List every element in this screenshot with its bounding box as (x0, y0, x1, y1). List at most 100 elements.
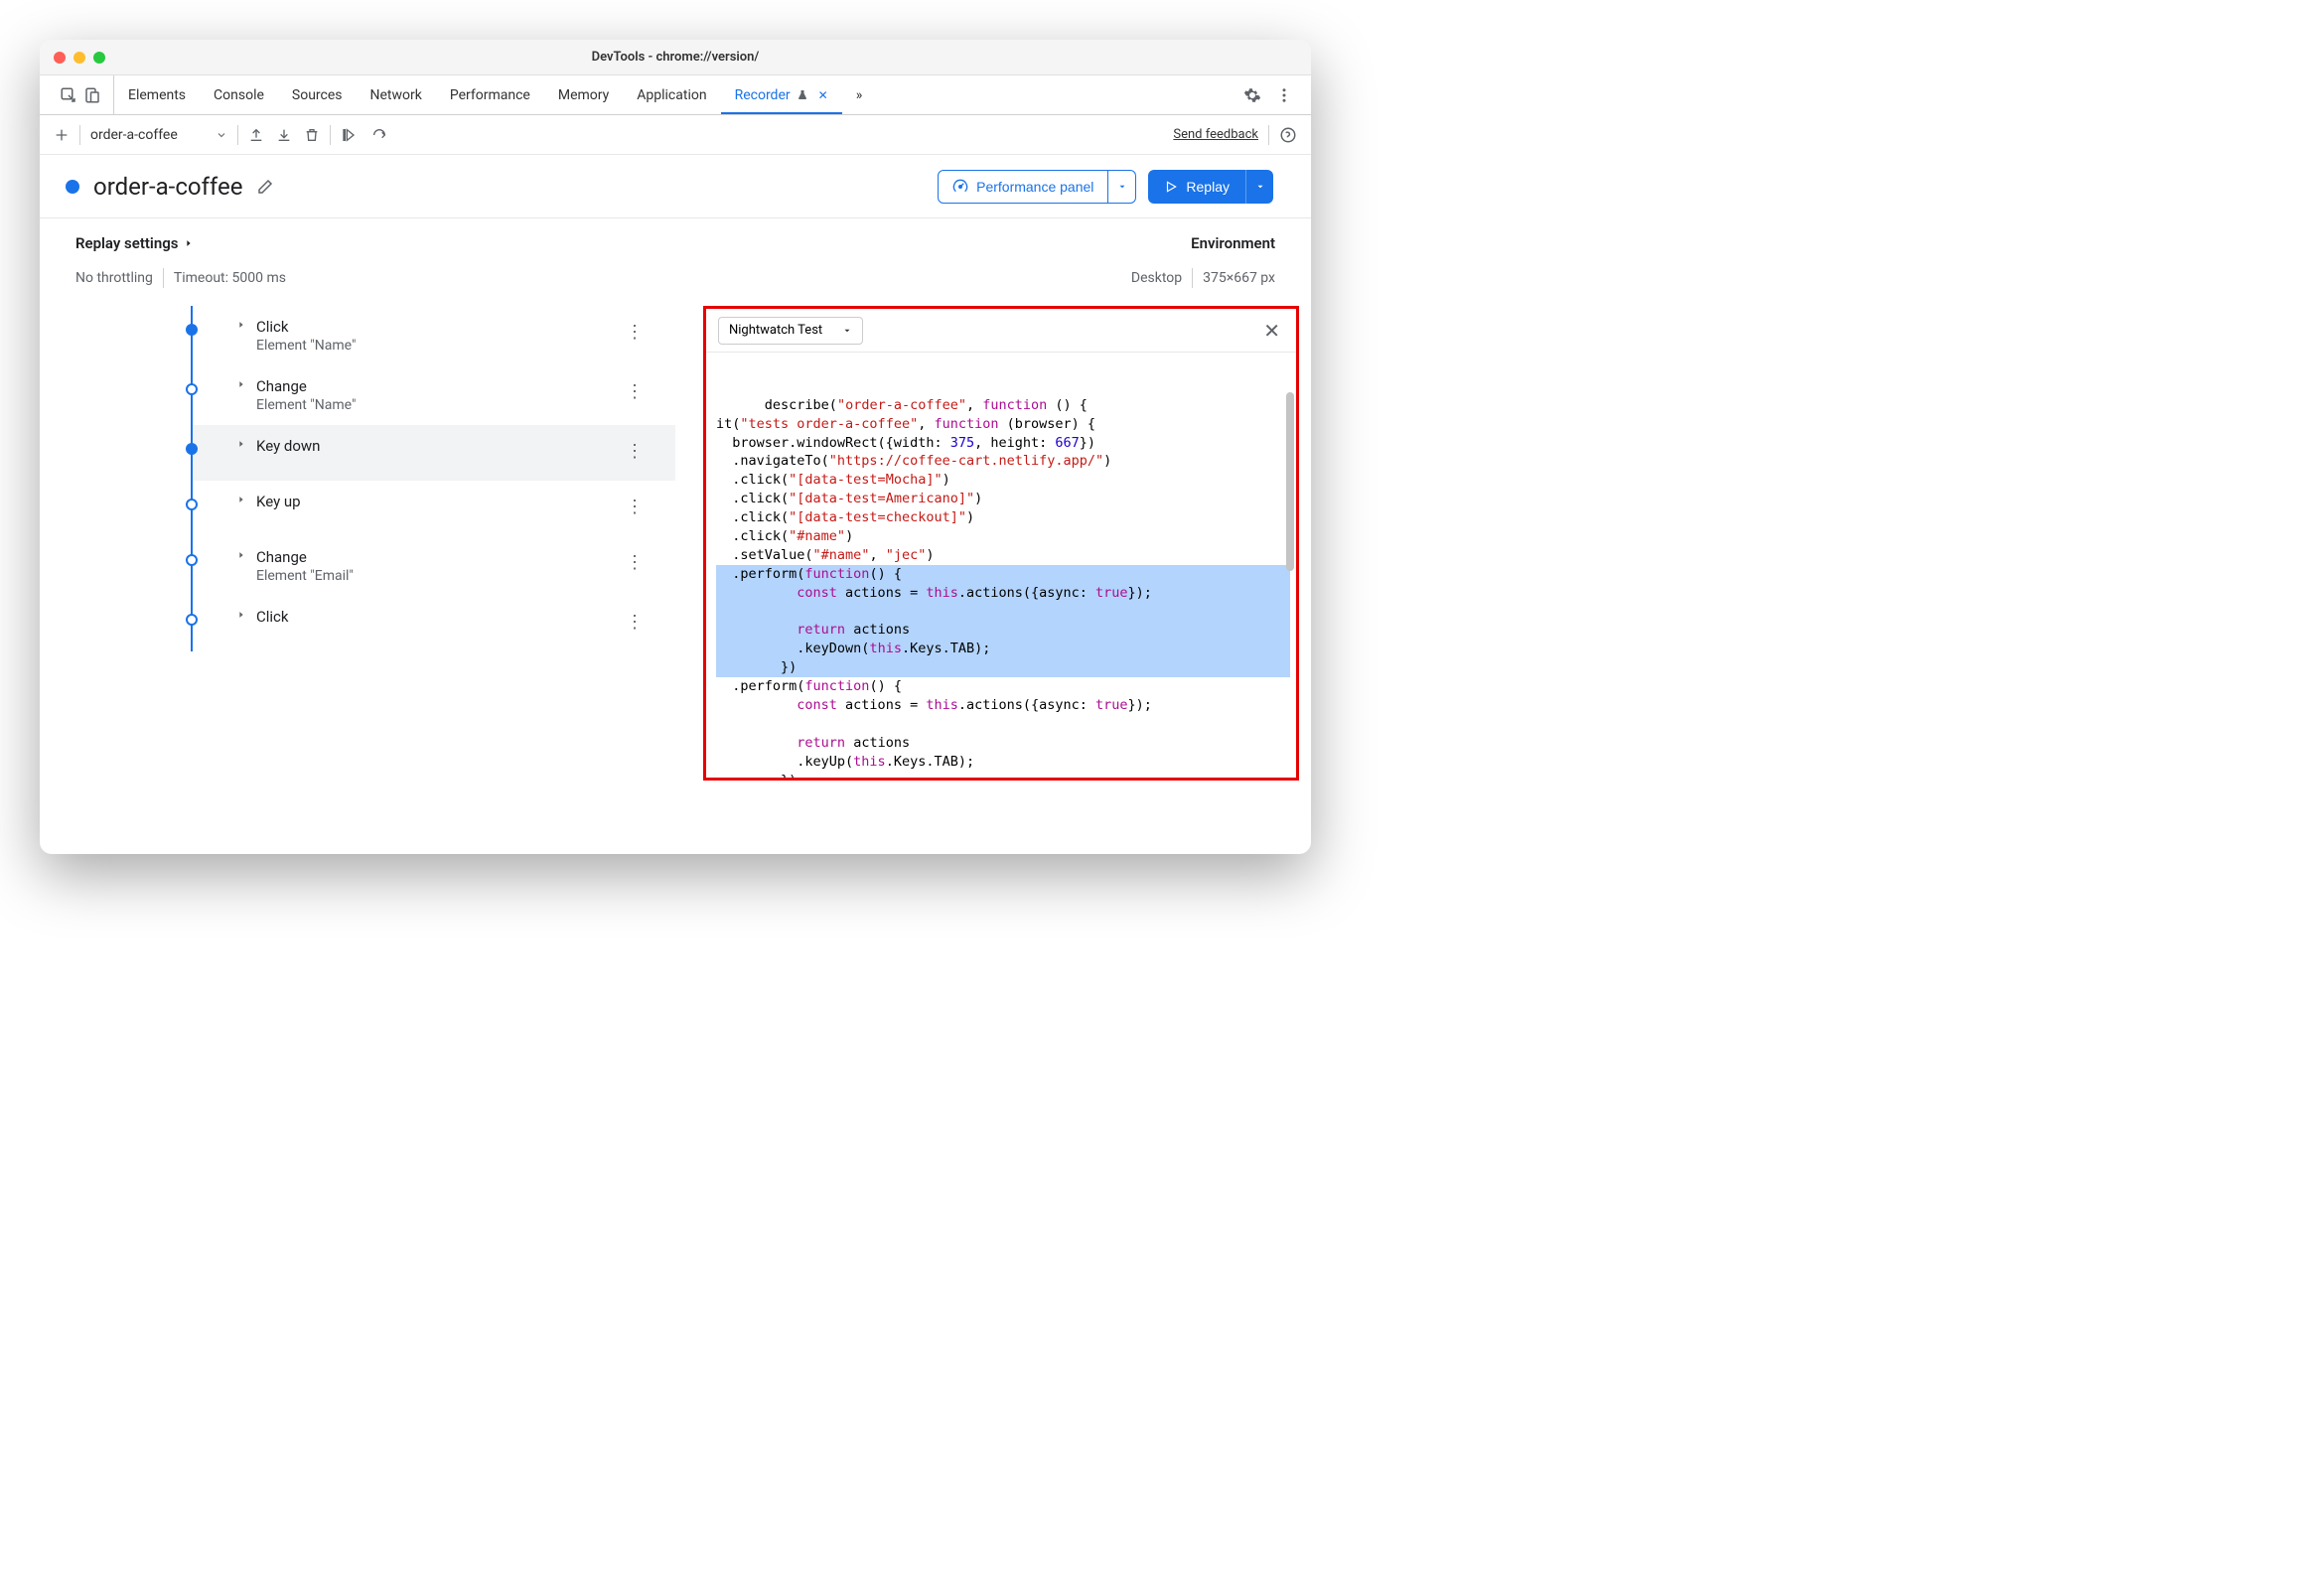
add-recording-icon[interactable] (54, 127, 70, 143)
step-body: Key down (256, 437, 606, 455)
environment-value: Desktop (1131, 270, 1182, 286)
tab-sources[interactable]: Sources (278, 75, 357, 114)
replay-settings-label: Replay settings (75, 234, 178, 252)
code-line: .click("[data-test=checkout]") (716, 509, 974, 525)
window-title: DevTools - chrome://version/ (592, 50, 760, 65)
chevron-down-icon (842, 326, 852, 336)
chevron-right-icon (184, 238, 194, 248)
code-line: .click("#name") (716, 528, 853, 544)
tab-network[interactable]: Network (357, 75, 436, 114)
step-body: ChangeElement "Email" (256, 548, 606, 584)
step-row[interactable]: ChangeElement "Email"⋮ (193, 536, 675, 596)
more-tabs-icon[interactable]: » (842, 75, 877, 114)
code-line: .keyDown(this.Keys.TAB); (716, 640, 1290, 658)
tab-performance[interactable]: Performance (436, 75, 544, 114)
chevron-right-icon (236, 550, 246, 560)
continue-icon[interactable] (341, 127, 359, 143)
throttling-value: No throttling (75, 270, 153, 286)
code-line: const actions = this.actions({async: tru… (716, 697, 1152, 713)
step-row[interactable]: Key up⋮ (193, 481, 675, 536)
step-menu-icon[interactable]: ⋮ (606, 318, 663, 347)
step-menu-icon[interactable]: ⋮ (606, 608, 663, 637)
performance-panel-button[interactable]: Performance panel (938, 170, 1108, 204)
recording-title: order-a-coffee (93, 173, 242, 201)
tab-console[interactable]: Console (200, 75, 278, 114)
device-toggle-icon[interactable] (83, 86, 101, 104)
step-row[interactable]: Click Element "Name"⋮ (193, 306, 675, 365)
edit-title-icon[interactable] (256, 178, 274, 196)
step-menu-icon[interactable]: ⋮ (606, 493, 663, 521)
code-line (716, 603, 1290, 622)
recorder-main: ClickElement "Name"⋮ChangeElement "Name"… (40, 306, 1311, 854)
replay-button[interactable]: Replay (1148, 170, 1245, 204)
step-dot-icon (186, 383, 198, 395)
code-export-panel: Nightwatch Test ✕ describe("order-a-coff… (703, 306, 1299, 781)
timeout-value: Timeout: 5000 ms (174, 270, 286, 286)
code-line: .perform(function() { (716, 565, 1290, 584)
scrollbar-thumb[interactable] (1286, 392, 1294, 571)
step-row[interactable]: Key down⋮ (193, 425, 675, 481)
step-title: Key up (256, 493, 606, 510)
kebab-menu-icon[interactable] (1275, 86, 1293, 104)
step-subtitle: Element "Name" (256, 338, 606, 354)
close-icon[interactable]: ✕ (1259, 315, 1284, 347)
code-line: .perform(function() { (716, 678, 902, 694)
step-body: ChangeElement "Name" (256, 377, 606, 413)
chevron-right-icon (236, 495, 246, 504)
close-tab-icon[interactable]: ✕ (818, 88, 828, 102)
step-dot-icon (186, 324, 198, 336)
step-menu-icon[interactable]: ⋮ (606, 377, 663, 406)
recording-selector[interactable]: order-a-coffee (90, 127, 227, 143)
step-title: Key down (256, 437, 606, 455)
code-line: .setValue("#name", "jec") (716, 547, 935, 563)
export-icon[interactable] (248, 127, 264, 143)
performance-panel-label: Performance panel (976, 179, 1093, 195)
tab-memory[interactable]: Memory (544, 75, 623, 114)
export-format-label: Nightwatch Test (729, 323, 822, 338)
chevron-right-icon (236, 439, 246, 449)
recording-status-dot-icon (66, 180, 79, 194)
step-menu-icon[interactable]: ⋮ (606, 437, 663, 466)
step-title: Click (256, 318, 606, 336)
chevron-right-icon (236, 320, 246, 330)
code-body[interactable]: describe("order-a-coffee", function () {… (706, 353, 1296, 778)
viewport-value: 375×667 px (1203, 270, 1275, 286)
gear-icon[interactable] (1243, 86, 1261, 104)
replay-caret[interactable] (1245, 170, 1273, 204)
step-dot-icon (186, 614, 198, 626)
chevron-right-icon (236, 379, 246, 389)
flask-icon (797, 89, 808, 101)
step-row[interactable]: ChangeElement "Name"⋮ (193, 365, 675, 425)
chevron-right-icon (236, 610, 246, 620)
tab-elements[interactable]: Elements (114, 75, 200, 114)
send-feedback-link[interactable]: Send feedback (1173, 127, 1258, 142)
code-line: return actions (716, 621, 1290, 640)
tab-application[interactable]: Application (623, 75, 720, 114)
import-icon[interactable] (276, 127, 292, 143)
step-subtitle: Element "Email" (256, 568, 606, 584)
steps-pane: ClickElement "Name"⋮ChangeElement "Name"… (40, 306, 675, 854)
step-icon[interactable] (370, 127, 388, 143)
code-line: }) (716, 658, 1290, 677)
replay-settings-toggle[interactable]: Replay settings (75, 234, 194, 252)
maximize-window-icon[interactable] (93, 52, 105, 64)
code-line: return actions (716, 735, 910, 751)
devtools-tabs: ElementsConsoleSourcesNetworkPerformance… (40, 75, 1311, 115)
step-row[interactable]: Click⋮ (193, 596, 675, 651)
code-line: .navigateTo("https://coffee-cart.netlify… (716, 453, 1111, 469)
performance-panel-caret[interactable] (1108, 170, 1136, 204)
close-window-icon[interactable] (54, 52, 66, 64)
delete-icon[interactable] (304, 127, 320, 143)
environment-label: Environment (1191, 234, 1275, 252)
tab-recorder[interactable]: Recorder✕ (721, 75, 842, 114)
step-body: Click (256, 608, 606, 626)
minimize-window-icon[interactable] (73, 52, 85, 64)
chevron-down-icon (216, 129, 227, 141)
recording-name: order-a-coffee (90, 127, 178, 143)
inspect-icon[interactable] (60, 86, 77, 104)
step-menu-icon[interactable]: ⋮ (606, 548, 663, 577)
code-toolbar: Nightwatch Test ✕ (706, 309, 1296, 353)
code-line: .keyUp(this.Keys.TAB); (716, 754, 974, 770)
export-format-dropdown[interactable]: Nightwatch Test (718, 317, 863, 345)
help-icon[interactable] (1279, 126, 1297, 144)
